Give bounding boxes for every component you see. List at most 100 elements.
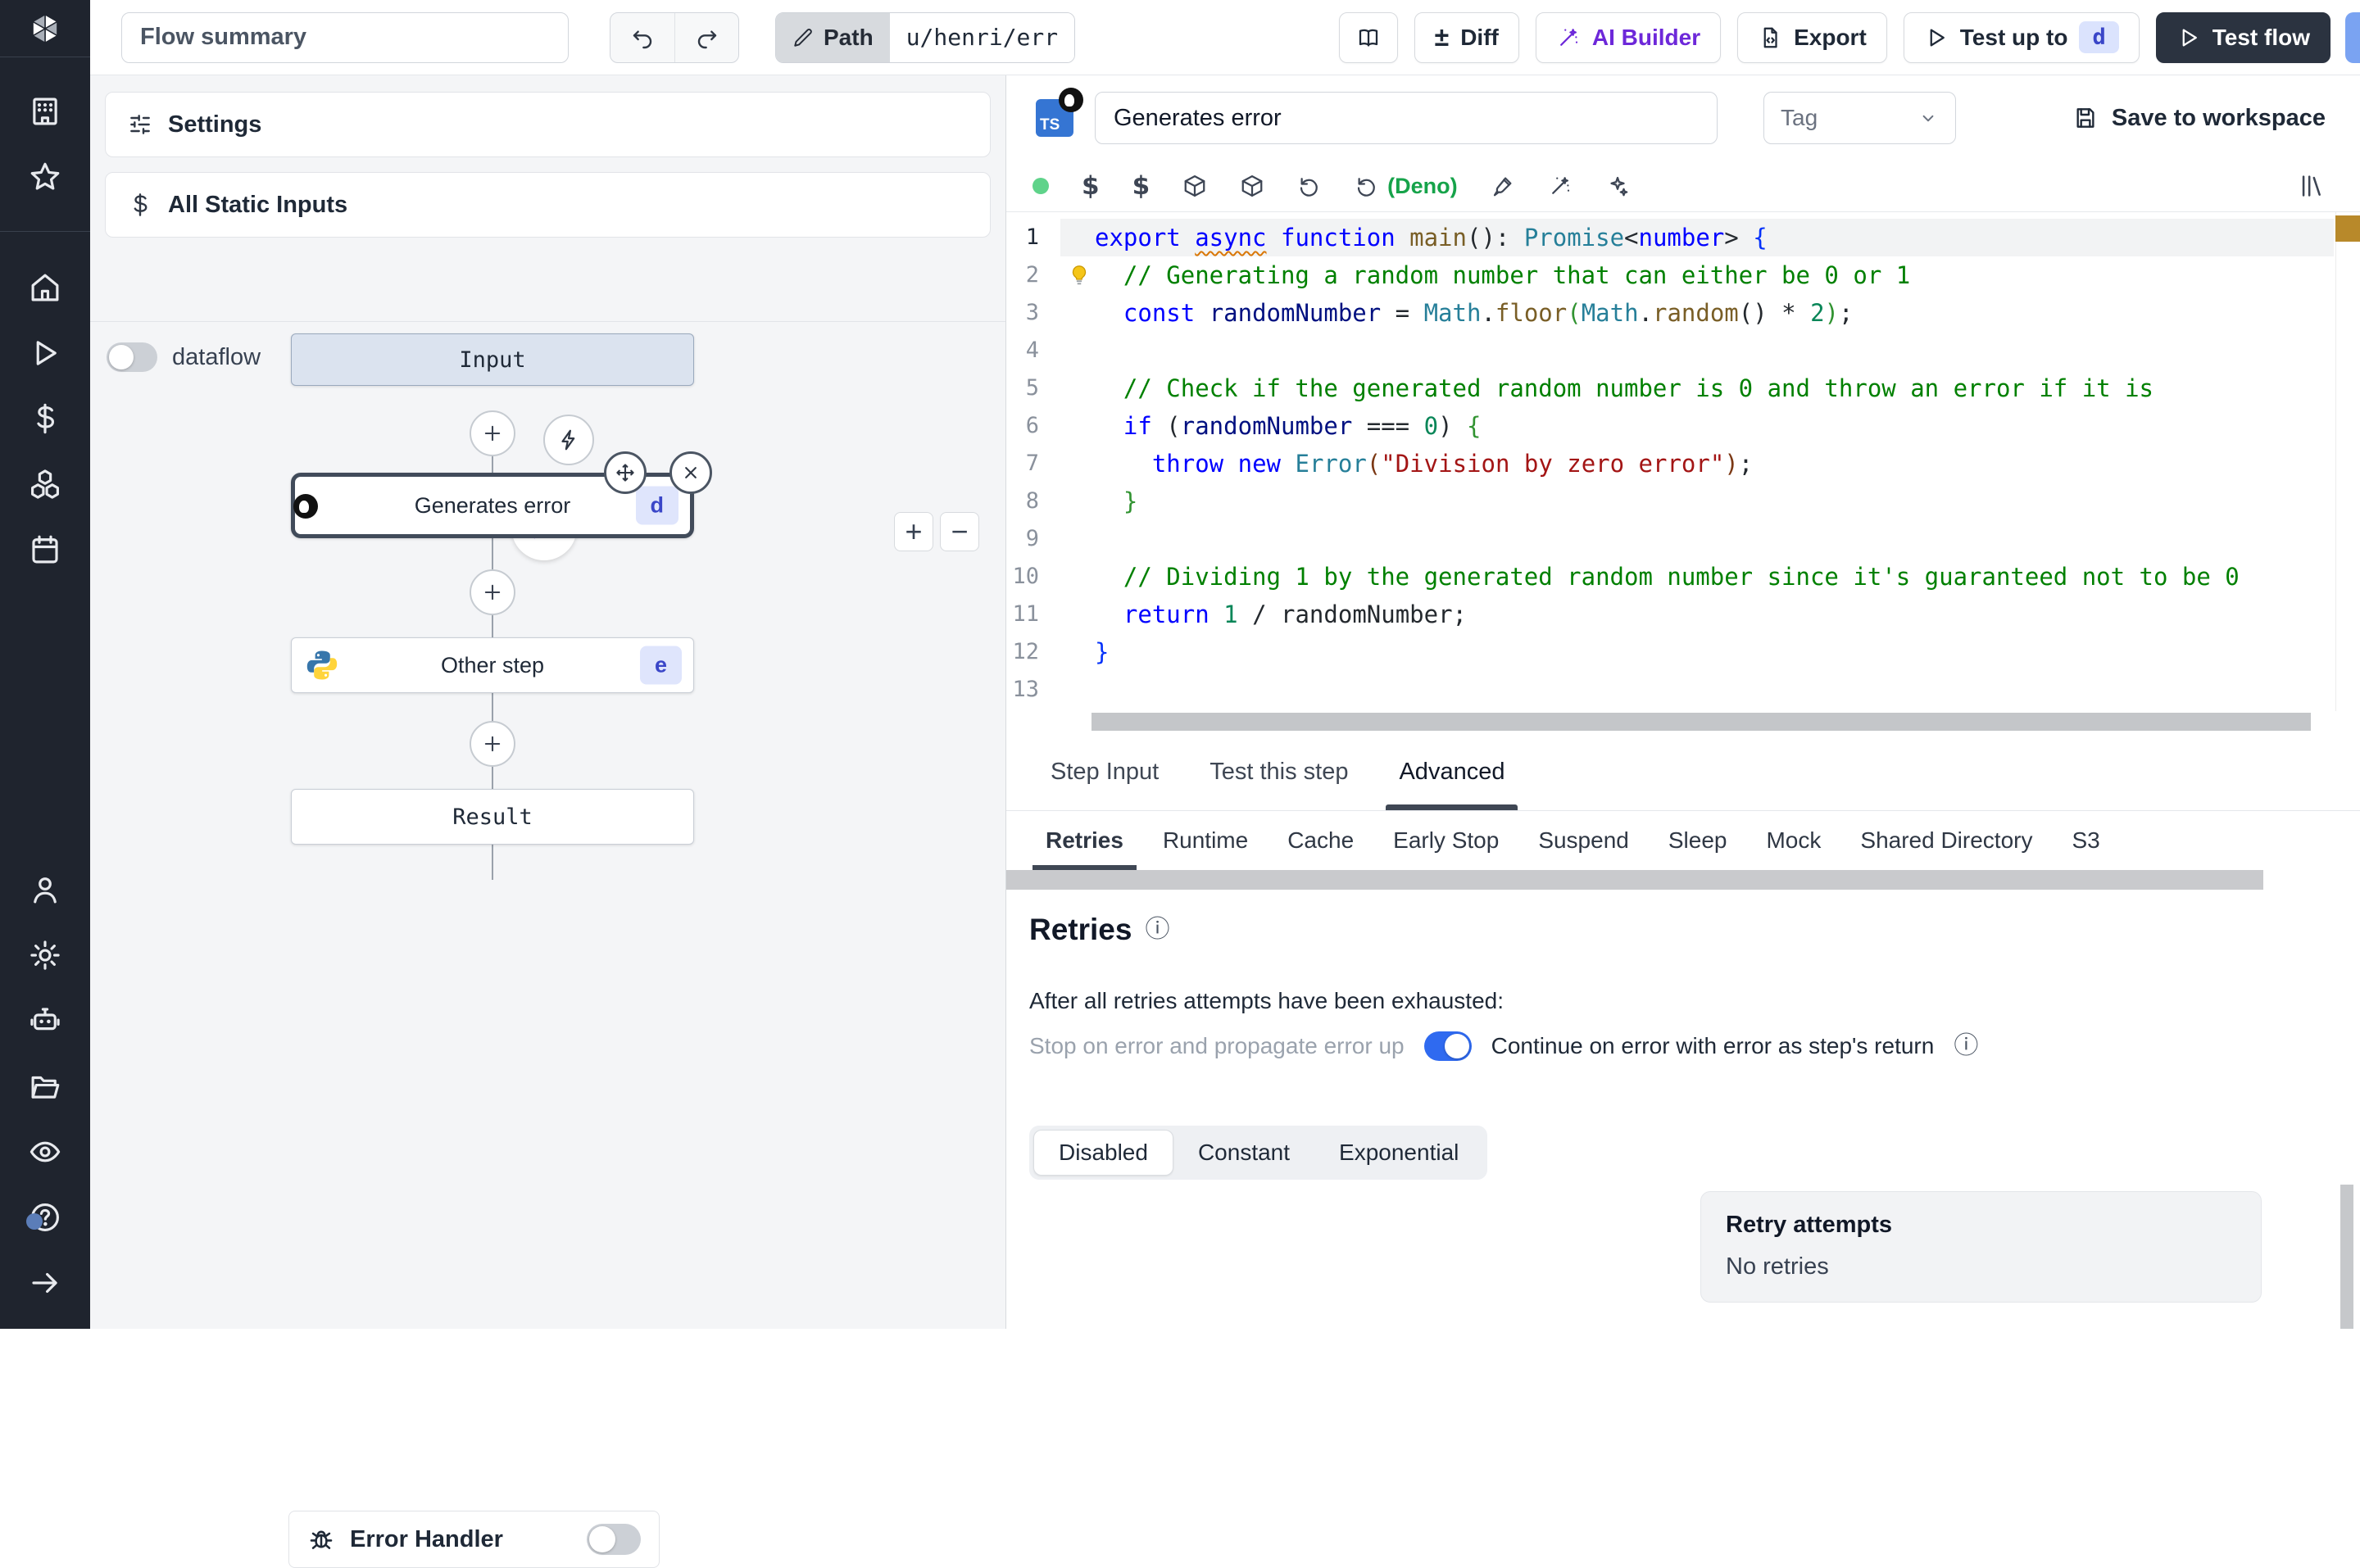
subtab-runtime[interactable]: Runtime bbox=[1146, 811, 1264, 870]
dataflow-label: dataflow bbox=[172, 344, 261, 371]
tag-select[interactable]: Tag bbox=[1763, 92, 1956, 144]
panel-vertical-scrollbar[interactable] bbox=[2340, 1185, 2353, 1329]
info-icon[interactable]: ⓘ bbox=[1145, 918, 1169, 942]
library-icon[interactable] bbox=[2298, 172, 2326, 200]
tab-advanced[interactable]: Advanced bbox=[1377, 734, 1526, 810]
retry-mode-disabled[interactable]: Disabled bbox=[1033, 1130, 1173, 1176]
sidebar-home-icon[interactable] bbox=[0, 255, 90, 320]
test-flow-button[interactable]: Test flow bbox=[2156, 12, 2330, 63]
path-edit-button[interactable]: Path bbox=[776, 13, 890, 62]
advanced-subtabs: RetriesRuntimeCacheEarly StopSuspendSlee… bbox=[1006, 811, 2360, 870]
topbar-actions: ± Diff AI Builder Export Test up to d Te… bbox=[1339, 12, 2330, 63]
sidebar-cubes-icon[interactable] bbox=[0, 451, 90, 517]
code-line-3[interactable]: const randomNumber = Math.floor(Math.ran… bbox=[1006, 294, 2327, 332]
ai-wand-icon[interactable] bbox=[1548, 174, 1573, 198]
lightbulb-icon[interactable] bbox=[1067, 263, 1092, 288]
subtab-shared-directory[interactable]: Shared Directory bbox=[1844, 811, 2049, 870]
sidebar-robot-icon[interactable] bbox=[0, 988, 90, 1054]
sidebar-dollar-icon[interactable] bbox=[0, 386, 90, 451]
flow-settings-button[interactable]: Settings bbox=[105, 92, 991, 157]
sidebar-eye-icon[interactable] bbox=[0, 1119, 90, 1185]
error-handler-toggle[interactable] bbox=[587, 1524, 641, 1555]
all-static-inputs-button[interactable]: All Static Inputs bbox=[105, 172, 991, 238]
diff-button[interactable]: ± Diff bbox=[1414, 12, 1519, 63]
partial-hidden-button[interactable] bbox=[2345, 12, 2360, 63]
path-control[interactable]: Path u/henri/err bbox=[775, 12, 1075, 63]
delete-step-button[interactable] bbox=[669, 451, 712, 494]
tab-test-this-step[interactable]: Test this step bbox=[1188, 734, 1369, 810]
sidebar-help-icon[interactable] bbox=[0, 1185, 90, 1250]
package-icon[interactable] bbox=[1182, 174, 1207, 198]
resource-picker-icon[interactable]: $ bbox=[1132, 171, 1150, 201]
sidebar-arrow-right-icon[interactable] bbox=[0, 1250, 90, 1316]
export-button[interactable]: Export bbox=[1737, 12, 1887, 63]
undo-button[interactable] bbox=[610, 13, 674, 62]
trigger-button[interactable] bbox=[543, 415, 594, 465]
code-line-4[interactable] bbox=[1006, 332, 2327, 369]
error-handler-card[interactable]: Error Handler bbox=[288, 1511, 660, 1568]
flow-node-step-e[interactable]: Other step e bbox=[291, 637, 694, 693]
sidebar-gear-icon[interactable] bbox=[0, 922, 90, 988]
docs-button[interactable] bbox=[1339, 12, 1398, 63]
deno-icon bbox=[1059, 88, 1083, 112]
subtab-early-stop[interactable]: Early Stop bbox=[1377, 811, 1515, 870]
reload-icon[interactable] bbox=[1297, 174, 1322, 198]
code-line-13[interactable] bbox=[1006, 671, 2327, 709]
variable-picker-icon[interactable]: $ bbox=[1082, 171, 1100, 201]
redo-button[interactable] bbox=[674, 13, 738, 62]
dataflow-toggle[interactable] bbox=[107, 342, 157, 372]
flow-node-step-e-label: Other step bbox=[441, 653, 544, 678]
subtab-suspend[interactable]: Suspend bbox=[1522, 811, 1645, 870]
ai-builder-button[interactable]: AI Builder bbox=[1536, 12, 1721, 63]
code-line-9[interactable] bbox=[1006, 520, 2327, 558]
add-step-button-1[interactable] bbox=[470, 410, 515, 456]
code-line-8[interactable]: } bbox=[1006, 483, 2327, 520]
sidebar-user-icon[interactable] bbox=[0, 857, 90, 922]
save-to-workspace-button[interactable]: Save to workspace bbox=[2072, 105, 2326, 132]
code-line-12[interactable]: } bbox=[1006, 633, 2327, 671]
code-line-10[interactable]: // Dividing 1 by the generated random nu… bbox=[1006, 558, 2327, 596]
editor-horizontal-scrollbar[interactable] bbox=[1092, 713, 2311, 731]
code-line-6[interactable]: if (randomNumber === 0) { bbox=[1006, 407, 2327, 445]
sidebar-calendar-icon[interactable] bbox=[0, 517, 90, 582]
code-line-7[interactable]: throw new Error("Division by zero error"… bbox=[1006, 445, 2327, 483]
package-icon[interactable] bbox=[1240, 174, 1264, 198]
deno-runtime-label: (Deno) bbox=[1387, 174, 1457, 199]
test-up-to-button[interactable]: Test up to d bbox=[1904, 12, 2140, 63]
step-name-input[interactable] bbox=[1095, 92, 1718, 144]
windmill-logo-icon[interactable] bbox=[0, 0, 90, 57]
sparkles-icon[interactable] bbox=[1605, 174, 1630, 198]
add-step-button-3[interactable] bbox=[470, 721, 515, 767]
retry-mode-exponential[interactable]: Exponential bbox=[1314, 1130, 1483, 1176]
subtab-sleep[interactable]: Sleep bbox=[1652, 811, 1744, 870]
sidebar-folder-icon[interactable] bbox=[0, 1054, 90, 1119]
code-editor[interactable]: 12345678910111213 export async function … bbox=[1006, 211, 2360, 734]
info-icon[interactable]: ⓘ bbox=[1954, 1034, 1978, 1058]
subtabs-scrollbar[interactable] bbox=[1006, 870, 2263, 890]
subtab-cache[interactable]: Cache bbox=[1271, 811, 1370, 870]
sidebar-building-icon[interactable] bbox=[0, 79, 90, 144]
add-step-button-2[interactable] bbox=[470, 569, 515, 615]
sidebar-play-icon[interactable] bbox=[0, 320, 90, 386]
flow-summary-input[interactable] bbox=[121, 12, 569, 63]
code-line-11[interactable]: return 1 / randomNumber; bbox=[1006, 596, 2327, 633]
floppy-icon bbox=[2072, 105, 2099, 131]
flow-node-result[interactable]: Result bbox=[291, 789, 694, 845]
reload-deno-control[interactable]: (Deno) bbox=[1355, 174, 1457, 199]
subtab-s3[interactable]: S3 bbox=[2055, 811, 2116, 870]
code-line-1[interactable]: export async function main(): Promise<nu… bbox=[1006, 219, 2327, 256]
flow-node-input-label: Input bbox=[459, 347, 525, 373]
subtab-retries[interactable]: Retries bbox=[1029, 811, 1140, 870]
retries-panel: Retries ⓘ After all retries attempts hav… bbox=[1006, 890, 2360, 1329]
flow-node-input[interactable]: Input bbox=[291, 333, 694, 386]
code-line-5[interactable]: // Check if the generated random number … bbox=[1006, 369, 2327, 407]
tab-step-input[interactable]: Step Input bbox=[1029, 734, 1180, 810]
sliders-icon bbox=[127, 111, 153, 138]
format-brush-icon[interactable] bbox=[1491, 174, 1515, 198]
subtab-mock[interactable]: Mock bbox=[1750, 811, 1837, 870]
retry-mode-constant[interactable]: Constant bbox=[1173, 1130, 1314, 1176]
sidebar-star-icon[interactable] bbox=[0, 144, 90, 210]
continue-on-error-toggle[interactable] bbox=[1424, 1031, 1472, 1061]
move-step-button[interactable] bbox=[604, 451, 647, 494]
code-line-2[interactable]: // Generating a random number that can e… bbox=[1006, 256, 2327, 294]
